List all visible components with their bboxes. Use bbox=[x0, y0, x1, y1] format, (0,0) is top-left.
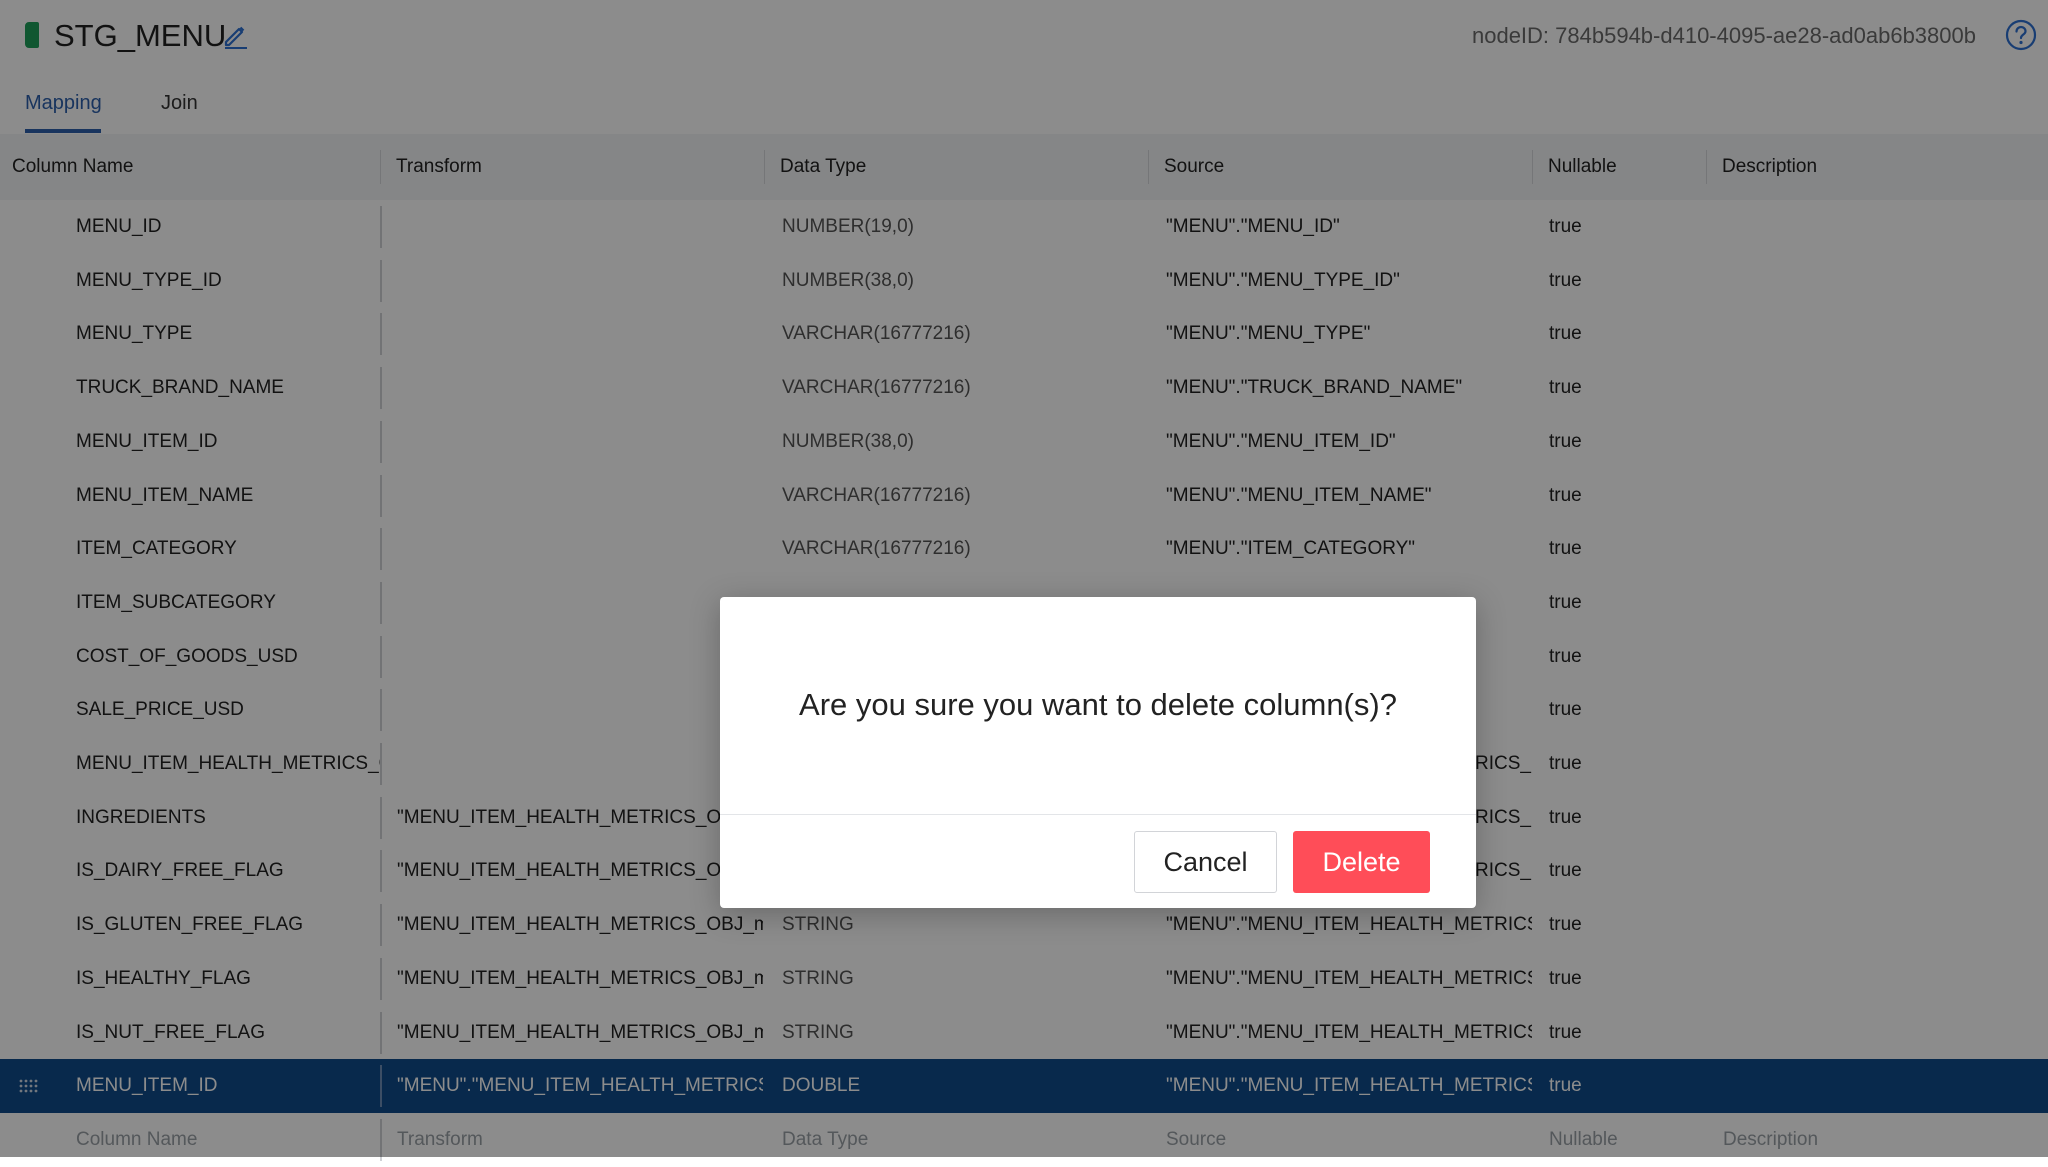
modal-backdrop[interactable] bbox=[0, 0, 2048, 1157]
dialog-divider bbox=[720, 814, 1476, 815]
delete-button[interactable]: Delete bbox=[1293, 831, 1430, 893]
cancel-button[interactable]: Cancel bbox=[1134, 831, 1277, 893]
dialog-message: Are you sure you want to delete column(s… bbox=[799, 687, 1397, 722]
app: STG_MENU nodeID: 784b594b-d410-4095-ae28… bbox=[0, 0, 2048, 1167]
delete-confirmation-dialog: Are you sure you want to delete column(s… bbox=[720, 597, 1476, 908]
